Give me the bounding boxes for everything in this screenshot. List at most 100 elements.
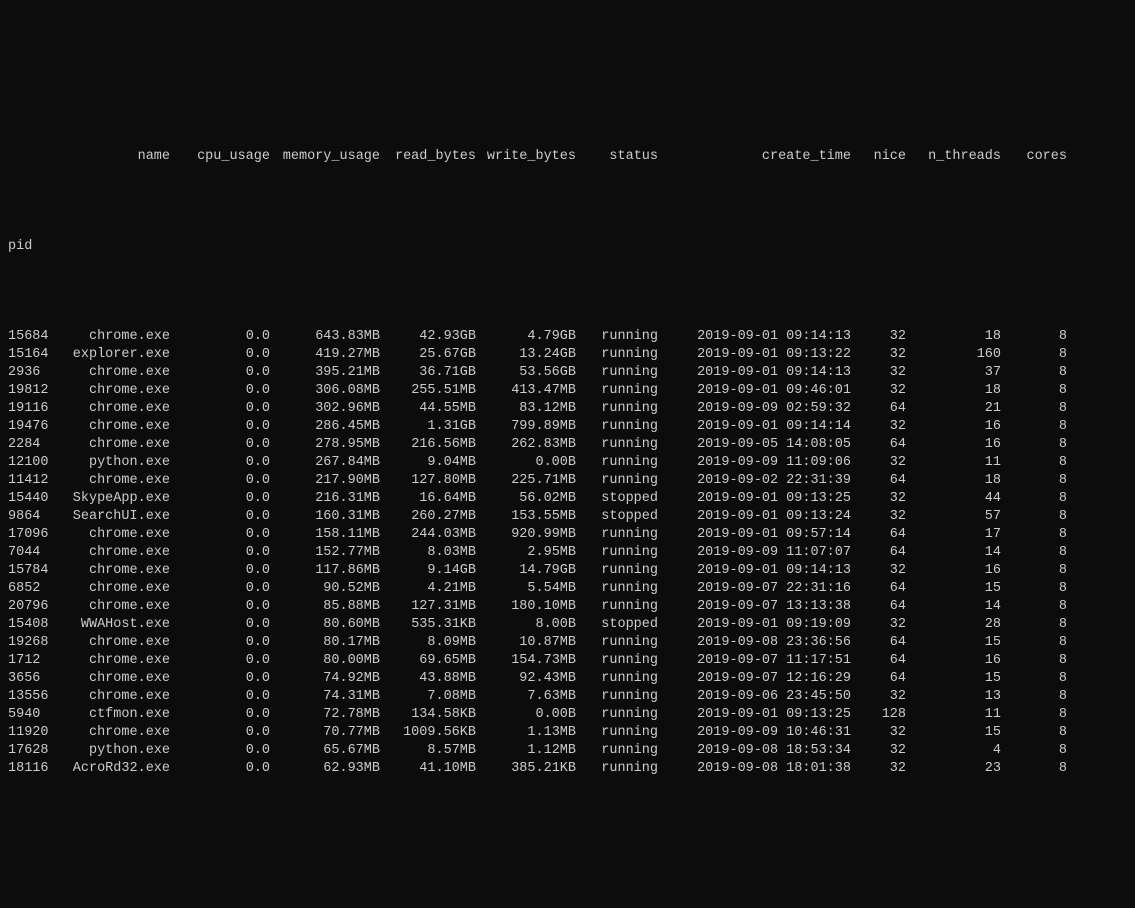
cell-read-bytes: 16.64MB — [380, 490, 476, 508]
cell-nice: 32 — [851, 490, 906, 508]
cell-name: SkypeApp.exe — [56, 490, 170, 508]
index-label-row: pid — [8, 238, 1127, 256]
cell-cores: 8 — [1001, 436, 1067, 454]
cell-name: chrome.exe — [56, 364, 170, 382]
cell-write-bytes: 1.12MB — [476, 742, 576, 760]
cell-read-bytes: 1009.56KB — [380, 724, 476, 742]
cell-n-threads: 23 — [906, 760, 1001, 778]
cell-name: chrome.exe — [56, 580, 170, 598]
cell-cpu-usage: 0.0 — [170, 418, 270, 436]
cell-nice: 32 — [851, 742, 906, 760]
cell-memory-usage: 278.95MB — [270, 436, 380, 454]
cell-name: WWAHost.exe — [56, 616, 170, 634]
cell-create-time: 2019-09-07 12:16:29 — [658, 670, 851, 688]
cell-memory-usage: 80.17MB — [270, 634, 380, 652]
cell-create-time: 2019-09-01 09:14:13 — [658, 328, 851, 346]
cell-write-bytes: 2.95MB — [476, 544, 576, 562]
cell-read-bytes: 260.27MB — [380, 508, 476, 526]
cell-write-bytes: 1.13MB — [476, 724, 576, 742]
cell-write-bytes: 920.99MB — [476, 526, 576, 544]
col-header-status: status — [576, 148, 658, 166]
cell-cores: 8 — [1001, 526, 1067, 544]
cell-name: chrome.exe — [56, 634, 170, 652]
cell-cpu-usage: 0.0 — [170, 526, 270, 544]
cell-name: chrome.exe — [56, 688, 170, 706]
cell-cores: 8 — [1001, 382, 1067, 400]
cell-n-threads: 160 — [906, 346, 1001, 364]
cell-memory-usage: 302.96MB — [270, 400, 380, 418]
cell-n-threads: 14 — [906, 544, 1001, 562]
col-header-cpu-usage: cpu_usage — [170, 148, 270, 166]
cell-memory-usage: 158.11MB — [270, 526, 380, 544]
cell-cpu-usage: 0.0 — [170, 472, 270, 490]
cell-cpu-usage: 0.0 — [170, 706, 270, 724]
cell-status: running — [576, 598, 658, 616]
cell-cpu-usage: 0.0 — [170, 724, 270, 742]
cell-read-bytes: 244.03MB — [380, 526, 476, 544]
cell-create-time: 2019-09-02 22:31:39 — [658, 472, 851, 490]
cell-status: running — [576, 472, 658, 490]
cell-read-bytes: 535.31KB — [380, 616, 476, 634]
cell-read-bytes: 69.65MB — [380, 652, 476, 670]
cell-cpu-usage: 0.0 — [170, 490, 270, 508]
cell-n-threads: 16 — [906, 418, 1001, 436]
cell-create-time: 2019-09-07 11:17:51 — [658, 652, 851, 670]
cell-memory-usage: 395.21MB — [270, 364, 380, 382]
cell-name: chrome.exe — [56, 544, 170, 562]
cell-nice: 64 — [851, 652, 906, 670]
cell-n-threads: 15 — [906, 670, 1001, 688]
table-row: 17628python.exe0.065.67MB8.57MB1.12MBrun… — [8, 742, 1127, 760]
cell-memory-usage: 117.86MB — [270, 562, 380, 580]
cell-name: chrome.exe — [56, 598, 170, 616]
cell-n-threads: 11 — [906, 454, 1001, 472]
table-row: 3656chrome.exe0.074.92MB43.88MB92.43MBru… — [8, 670, 1127, 688]
cell-cores: 8 — [1001, 328, 1067, 346]
cell-cores: 8 — [1001, 634, 1067, 652]
cell-write-bytes: 56.02MB — [476, 490, 576, 508]
cell-cpu-usage: 0.0 — [170, 454, 270, 472]
cell-write-bytes: 8.00B — [476, 616, 576, 634]
cell-n-threads: 11 — [906, 706, 1001, 724]
cell-nice: 64 — [851, 436, 906, 454]
cell-nice: 32 — [851, 760, 906, 778]
cell-status: running — [576, 436, 658, 454]
cell-cpu-usage: 0.0 — [170, 400, 270, 418]
cell-cores: 8 — [1001, 724, 1067, 742]
cell-cpu-usage: 0.0 — [170, 598, 270, 616]
cell-status: running — [576, 418, 658, 436]
cell-cpu-usage: 0.0 — [170, 742, 270, 760]
cell-name: python.exe — [56, 742, 170, 760]
cell-status: running — [576, 742, 658, 760]
cell-read-bytes: 216.56MB — [380, 436, 476, 454]
table-row: 11920chrome.exe0.070.77MB1009.56KB1.13MB… — [8, 724, 1127, 742]
cell-status: running — [576, 382, 658, 400]
cell-n-threads: 21 — [906, 400, 1001, 418]
cell-n-threads: 15 — [906, 724, 1001, 742]
table-row: 1712chrome.exe0.080.00MB69.65MB154.73MBr… — [8, 652, 1127, 670]
cell-name: chrome.exe — [56, 652, 170, 670]
cell-read-bytes: 255.51MB — [380, 382, 476, 400]
cell-status: running — [576, 670, 658, 688]
cell-memory-usage: 85.88MB — [270, 598, 380, 616]
cell-write-bytes: 53.56GB — [476, 364, 576, 382]
cell-cores: 8 — [1001, 670, 1067, 688]
col-header-memory-usage: memory_usage — [270, 148, 380, 166]
cell-cores: 8 — [1001, 400, 1067, 418]
cell-cores: 8 — [1001, 346, 1067, 364]
cell-memory-usage: 152.77MB — [270, 544, 380, 562]
cell-n-threads: 57 — [906, 508, 1001, 526]
cell-cores: 8 — [1001, 562, 1067, 580]
index-label-pid: pid — [8, 238, 56, 256]
cell-n-threads: 18 — [906, 472, 1001, 490]
cell-name: SearchUI.exe — [56, 508, 170, 526]
cell-n-threads: 37 — [906, 364, 1001, 382]
cell-memory-usage: 80.60MB — [270, 616, 380, 634]
cell-create-time: 2019-09-09 11:07:07 — [658, 544, 851, 562]
cell-memory-usage: 74.31MB — [270, 688, 380, 706]
cell-read-bytes: 25.67GB — [380, 346, 476, 364]
cell-status: running — [576, 328, 658, 346]
cell-status: running — [576, 706, 658, 724]
cell-name: chrome.exe — [56, 328, 170, 346]
cell-memory-usage: 286.45MB — [270, 418, 380, 436]
cell-write-bytes: 153.55MB — [476, 508, 576, 526]
